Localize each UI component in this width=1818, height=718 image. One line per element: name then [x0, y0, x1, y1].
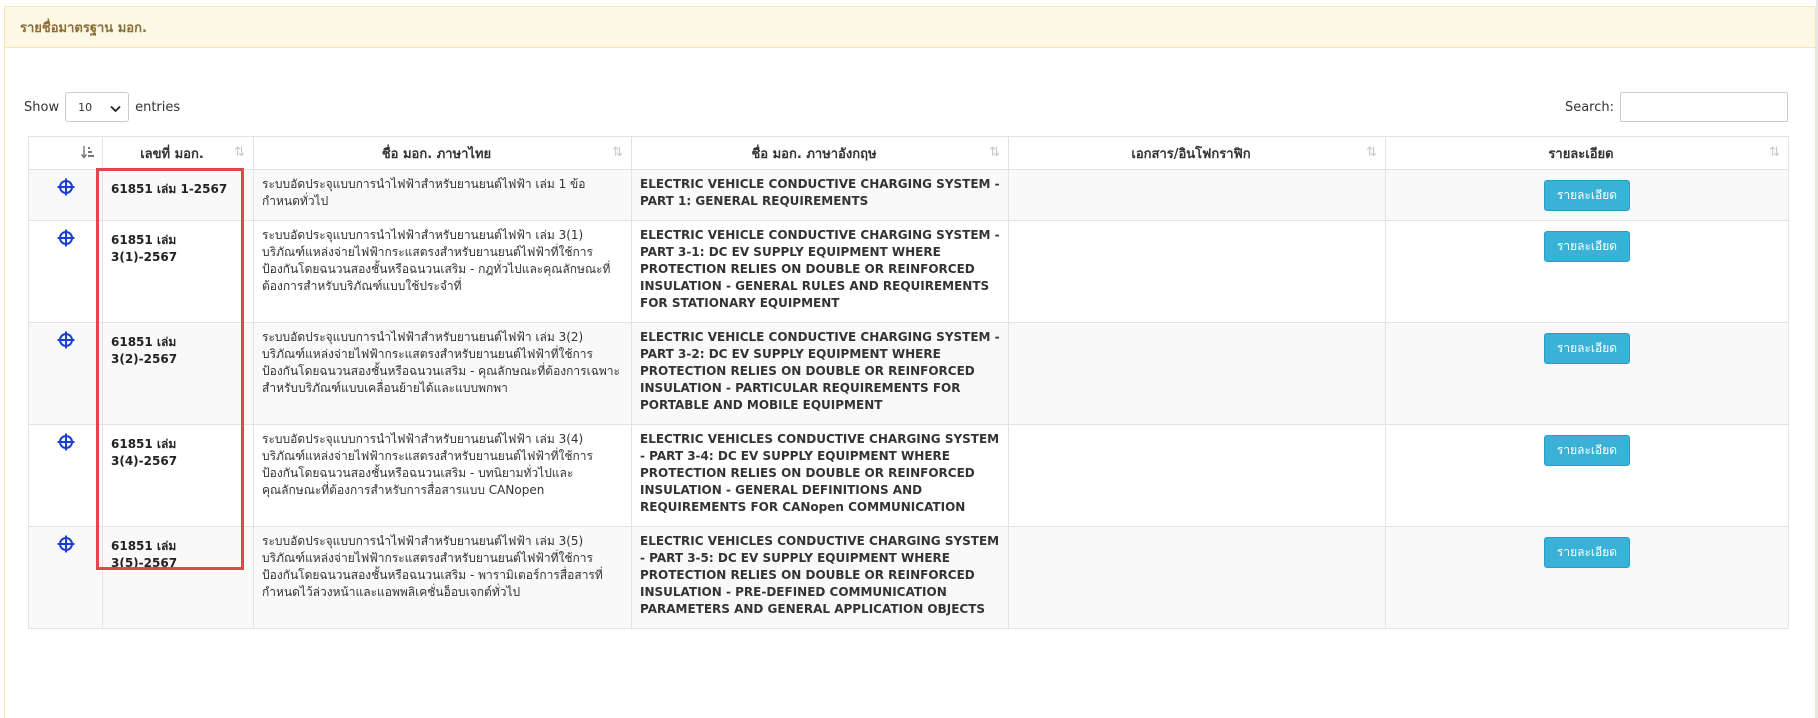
detail-button[interactable]: รายละเอียด: [1543, 231, 1631, 262]
documents-cell: [1008, 220, 1386, 323]
chevron-down-icon: [110, 103, 121, 116]
detail-cell: รายละเอียด: [1385, 220, 1789, 323]
standard-name-english: ELECTRIC VEHICLES CONDUCTIVE CHARGING SY…: [631, 424, 1009, 527]
crosshair-expand-icon[interactable]: [57, 433, 75, 451]
search-input[interactable]: [1620, 92, 1788, 122]
length-menu-suffix: entries: [135, 99, 181, 115]
standard-name-thai: ระบบอัดประจุแบบการนำไฟฟ้าสำหรับยานยนต์ไฟ…: [253, 169, 632, 221]
column-header-name-english[interactable]: ชื่อ มอก. ภาษาอังกฤษ ⇅: [631, 136, 1009, 170]
expand-cell[interactable]: [28, 424, 103, 527]
detail-button[interactable]: รายละเอียด: [1543, 435, 1631, 466]
standard-number: 61851 เล่ม 3(4)-2567: [102, 424, 254, 527]
table-controls: Show 10 entries Search:: [0, 92, 1818, 126]
expand-cell[interactable]: [28, 220, 103, 323]
detail-cell: รายละเอียด: [1385, 322, 1789, 425]
table-row: 61851 เล่ม 3(2)-2567 ระบบอัดประจุแบบการน…: [28, 322, 1789, 425]
standard-name-english: ELECTRIC VEHICLE CONDUCTIVE CHARGING SYS…: [631, 322, 1009, 425]
crosshair-expand-icon[interactable]: [57, 535, 75, 553]
crosshair-expand-icon[interactable]: [57, 229, 75, 247]
sort-arrows-icon: ⇅: [1366, 145, 1377, 160]
sort-arrows-icon: ⇅: [612, 145, 623, 160]
column-header-name-thai[interactable]: ชื่อ มอก. ภาษาไทย ⇅: [253, 136, 632, 170]
standard-name-thai: ระบบอัดประจุแบบการนำไฟฟ้าสำหรับยานยนต์ไฟ…: [253, 220, 632, 323]
table-row: 61851 เล่ม 3(4)-2567 ระบบอัดประจุแบบการน…: [28, 424, 1789, 527]
sort-ascending-icon: [80, 145, 94, 163]
expand-cell[interactable]: [28, 322, 103, 425]
sort-arrows-icon: ⇅: [1769, 145, 1780, 160]
length-menu: Show 10 entries: [24, 92, 180, 122]
documents-cell: [1008, 322, 1386, 425]
table-header-row: เลขที่ มอก. ⇅ ชื่อ มอก. ภาษาไทย ⇅ ชื่อ ม…: [28, 136, 1789, 170]
sort-arrows-icon: ⇅: [234, 145, 245, 160]
panel-title: รายชื่อมาตรฐาน มอก.: [5, 7, 1815, 48]
standard-name-english: ELECTRIC VEHICLE CONDUCTIVE CHARGING SYS…: [631, 220, 1009, 323]
column-header-documents[interactable]: เอกสาร/อินโฟกราฟิก ⇅: [1008, 136, 1386, 170]
table-row: 61851 เล่ม 3(1)-2567 ระบบอัดประจุแบบการน…: [28, 220, 1789, 323]
sort-arrows-icon: ⇅: [989, 145, 1000, 160]
crosshair-expand-icon[interactable]: [57, 178, 75, 196]
table-row: 61851 เล่ม 1-2567 ระบบอัดประจุแบบการนำไฟ…: [28, 169, 1789, 221]
detail-cell: รายละเอียด: [1385, 526, 1789, 629]
entries-per-page-value: 10: [78, 100, 93, 114]
documents-cell: [1008, 526, 1386, 629]
search-label: Search:: [1564, 99, 1614, 115]
crosshair-expand-icon[interactable]: [57, 331, 75, 349]
standards-table: เลขที่ มอก. ⇅ ชื่อ มอก. ภาษาไทย ⇅ ชื่อ ม…: [28, 136, 1789, 629]
standard-number: 61851 เล่ม 3(1)-2567: [102, 220, 254, 323]
detail-cell: รายละเอียด: [1385, 169, 1789, 221]
detail-button[interactable]: รายละเอียด: [1543, 180, 1631, 211]
column-header-number[interactable]: เลขที่ มอก. ⇅: [102, 136, 254, 170]
standard-number: 61851 เล่ม 3(5)-2567: [102, 526, 254, 629]
standard-name-thai: ระบบอัดประจุแบบการนำไฟฟ้าสำหรับยานยนต์ไฟ…: [253, 424, 632, 527]
documents-cell: [1008, 424, 1386, 527]
column-header-detail[interactable]: รายละเอียด ⇅: [1385, 136, 1789, 170]
expand-cell[interactable]: [28, 169, 103, 221]
standard-name-thai: ระบบอัดประจุแบบการนำไฟฟ้าสำหรับยานยนต์ไฟ…: [253, 526, 632, 629]
table-row: 61851 เล่ม 3(5)-2567 ระบบอัดประจุแบบการน…: [28, 526, 1789, 629]
column-header-expand[interactable]: [28, 136, 103, 170]
standard-name-english: ELECTRIC VEHICLES CONDUCTIVE CHARGING SY…: [631, 526, 1009, 629]
search-box: Search:: [1565, 92, 1788, 122]
standard-name-thai: ระบบอัดประจุแบบการนำไฟฟ้าสำหรับยานยนต์ไฟ…: [253, 322, 632, 425]
standard-number: 61851 เล่ม 3(2)-2567: [102, 322, 254, 425]
length-menu-prefix: Show: [24, 99, 60, 115]
detail-button[interactable]: รายละเอียด: [1543, 537, 1631, 568]
expand-cell[interactable]: [28, 526, 103, 629]
standard-number: 61851 เล่ม 1-2567: [102, 169, 254, 221]
documents-cell: [1008, 169, 1386, 221]
entries-per-page-select[interactable]: 10: [65, 92, 130, 122]
standard-name-english: ELECTRIC VEHICLE CONDUCTIVE CHARGING SYS…: [631, 169, 1009, 221]
detail-cell: รายละเอียด: [1385, 424, 1789, 527]
detail-button[interactable]: รายละเอียด: [1543, 333, 1631, 364]
